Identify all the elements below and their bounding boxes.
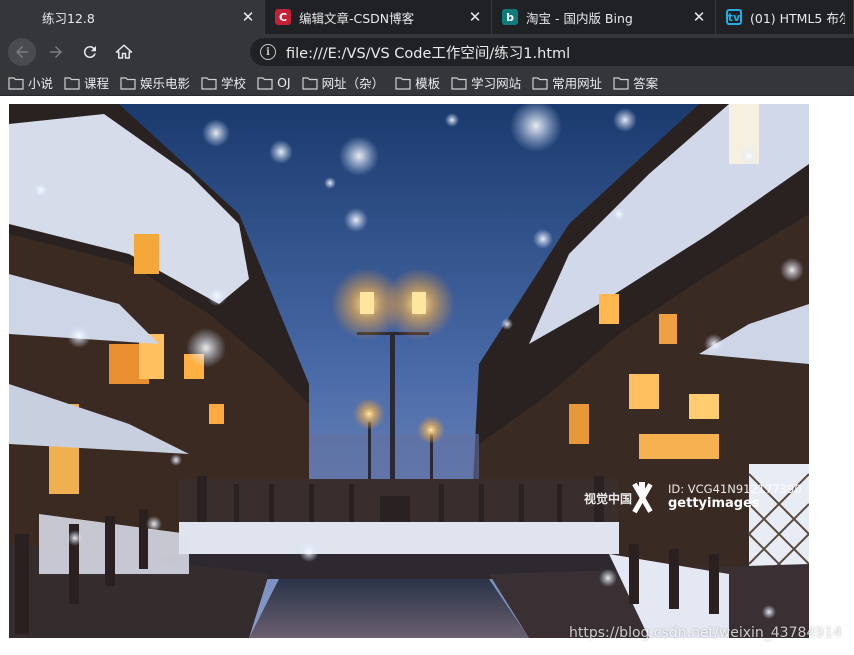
folder-icon [64,76,80,90]
close-icon[interactable]: ✕ [467,9,483,25]
close-icon[interactable]: ✕ [691,9,707,25]
tab-bing[interactable]: b 淘宝 - 国内版 Bing ✕ [492,0,716,34]
tab-csdn[interactable]: C 编辑文章-CSDN博客 ✕ [265,0,492,34]
browser-toolbar: i file:///E:/VS/VS Code工作空间/练习1.html [0,34,854,70]
folder-icon [120,76,136,90]
bookmark-folder[interactable]: 课程 [64,73,109,92]
close-icon[interactable]: ✕ [240,9,256,25]
forward-button[interactable] [42,38,70,66]
stock-id: ID: VCG41N912177390 [668,482,802,496]
folder-icon [301,76,318,90]
reload-button[interactable] [76,38,104,66]
folder-icon [395,76,411,90]
arrow-right-icon [50,46,62,58]
reload-icon [83,46,96,59]
arrow-left-icon [16,46,28,58]
bookmark-folder[interactable]: 学校 [201,73,246,92]
tab-title: 淘宝 - 国内版 Bing [526,10,633,26]
home-icon [115,44,133,59]
bookmark-folder[interactable]: 模板 [395,73,440,92]
url-text: file:///E:/VS/VS Code工作空间/练习1.html [286,45,571,62]
bing-icon: b [502,9,518,25]
tab-title: (01) HTML5 布尔教 [750,10,845,26]
bookmark-folder[interactable]: 网址（杂） [301,73,384,92]
csdn-watermark: https://blog.csdn.net/weixin_43784914 [569,625,843,641]
csdn-icon: C [275,9,291,25]
folder-icon [201,76,217,90]
home-button[interactable] [110,38,138,66]
address-bar[interactable]: i file:///E:/VS/VS Code工作空间/练习1.html [250,38,854,66]
page-content: 视觉中国 ID: VCG41N912177390 gettyimages htt… [0,96,854,655]
folder-icon [532,76,548,90]
folder-icon [8,76,24,90]
tab-bilibili[interactable]: tv (01) HTML5 布尔教 [716,0,854,34]
folder-icon [613,76,629,90]
bookmark-folder[interactable]: OJ [257,75,291,90]
folder-icon [257,76,273,90]
tab-title: 练习12.8 [42,10,95,26]
snow-street-photo: 视觉中国 ID: VCG41N912177390 gettyimages [9,104,809,638]
bookmark-folder[interactable]: 答案 [613,73,658,92]
folder-icon [451,76,467,90]
bookmark-folder[interactable]: 小说 [8,73,53,92]
bilibili-icon: tv [726,9,742,25]
tab-practice[interactable]: 练习12.8 ✕ [0,0,265,34]
bookmark-folder[interactable]: 娱乐电影 [120,73,190,92]
back-button[interactable] [8,38,36,66]
tab-strip: 练习12.8 ✕ C 编辑文章-CSDN博客 ✕ b 淘宝 - 国内版 Bing… [0,0,854,34]
bookmark-folder[interactable]: 常用网址 [532,73,602,92]
bookmarks-bar: 小说 课程 娱乐电影 学校 OJ 网址（杂） 模板 学习网站 常用网址 答案 [0,70,854,96]
info-icon[interactable]: i [260,44,276,60]
tab-title: 编辑文章-CSDN博客 [299,10,415,26]
stock-brand: gettyimages [668,496,760,511]
vcg-logo-icon [632,482,653,514]
bookmark-folder[interactable]: 学习网站 [451,73,521,92]
photo-illustration [9,104,809,638]
